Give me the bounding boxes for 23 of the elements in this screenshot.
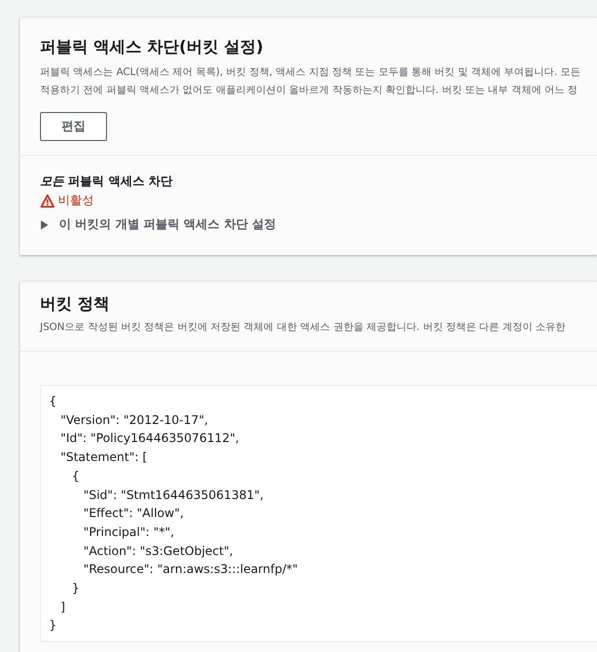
code-line: "Statement": [ [59, 449, 148, 466]
code-line: "Id": "Policy1644635076112", [59, 430, 240, 448]
edit-button[interactable]: 편집 [40, 112, 107, 141]
setting-label: 모든 퍼블릭 액세스 차단 [40, 173, 174, 190]
description-text: 적용하기 전에 퍼블릭 액세스가 없어도 애플리케이션이 올바르게 작동하는지 확인합니다. 버킷 또는 내부 객체에 어느 정 [40, 84, 579, 98]
warning-icon [40, 194, 55, 208]
section-title: 퍼블릭 액세스 차단(버킷 설정) [40, 37, 264, 58]
code-line: { [49, 393, 57, 410]
details-toggle[interactable]: 이 버킷의 개별 퍼블릭 액세스 차단 설정 [40, 216, 276, 233]
description-text: 퍼블릭 액세스는 ACL(액세스 제어 목록), 버킷 정책, 액세스 지점 정책 또는 모두를 통해 버킷 및 객체에 부여됩니다. 모든 [40, 66, 582, 80]
code-line: } [49, 617, 57, 634]
code-line: ] [59, 598, 66, 616]
code-line: } [70, 580, 80, 598]
code-line: "Principal": "*", [82, 524, 174, 541]
section-title: 버킷 정책 [40, 294, 111, 315]
status-text: 비활성 [58, 192, 94, 209]
description-text: JSON으로 작성된 버킷 정책은 버킷에 저장된 객체에 대한 액세스 권한을 제공합니다. 버킷 정책은 다른 계정이 소유한 [40, 321, 567, 335]
code-line: "Resource": "arn:aws:s3:::learnfp/*" [82, 561, 298, 578]
code-line: { [70, 468, 80, 485]
code-line: "Sid": "Stmt1644635061381", [82, 486, 264, 504]
code-line: "Action": "s3:GetObject", [82, 542, 234, 560]
code-line: "Version": "2012-10-17", [59, 412, 208, 429]
code-line: "Effect": "Allow", [82, 505, 184, 522]
